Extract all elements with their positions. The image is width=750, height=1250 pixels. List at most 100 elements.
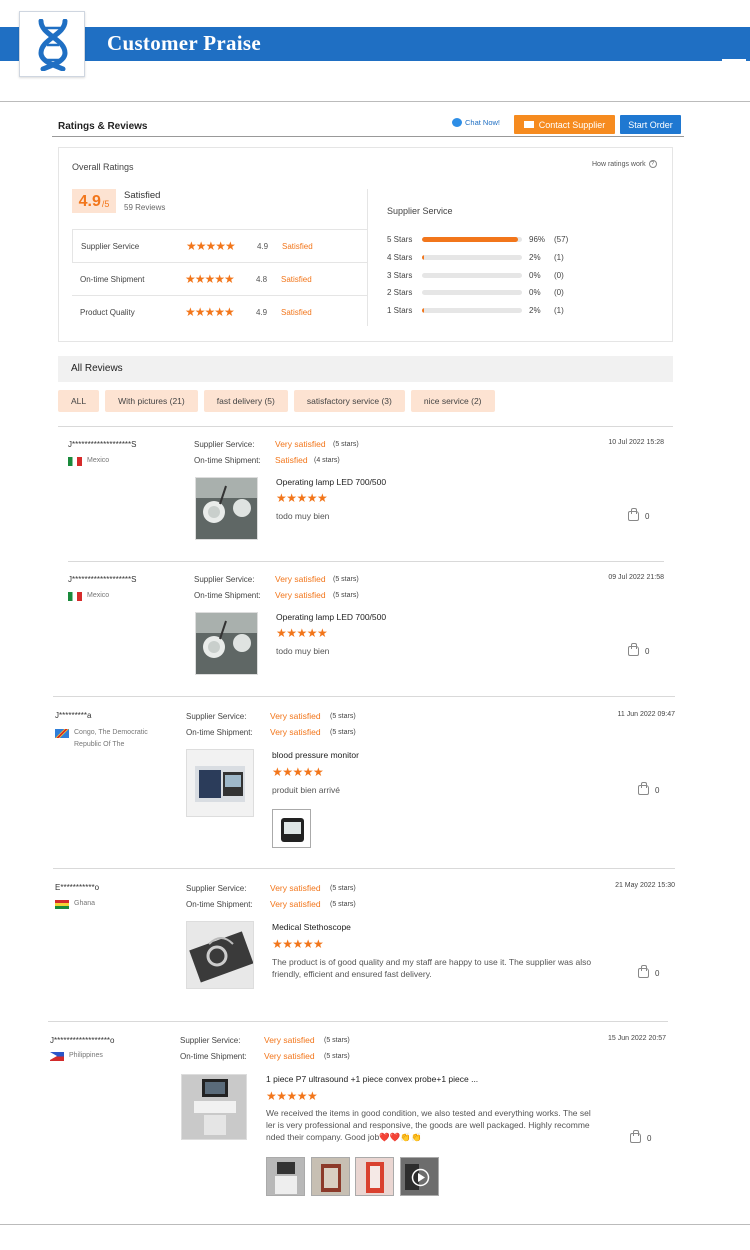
review-stars: ★★★★★ bbox=[266, 1089, 318, 1103]
like-button[interactable]: 0 bbox=[638, 782, 660, 795]
overall-ratings-title: Overall Ratings bbox=[72, 162, 134, 172]
category-rating-text: Satisfied bbox=[281, 307, 312, 317]
all-reviews-bar bbox=[58, 356, 673, 382]
like-count: 0 bbox=[655, 785, 660, 795]
like-count: 0 bbox=[645, 646, 650, 656]
review-text: produit bien arrivé bbox=[272, 785, 341, 795]
overall-score-label: Satisfied bbox=[124, 190, 161, 201]
reviewer-country: Congo, The Democratic Republic Of The bbox=[55, 727, 170, 751]
shipment-label: On-time Shipment: bbox=[180, 1052, 247, 1061]
distribution-label: 4 Stars bbox=[387, 252, 413, 262]
product-thumbnail[interactable] bbox=[186, 749, 254, 817]
category-row: Supplier Service ★★★★★ 4.9 Satisfied bbox=[72, 229, 367, 262]
review-video[interactable] bbox=[400, 1157, 439, 1196]
review-photo[interactable] bbox=[355, 1157, 394, 1196]
question-icon: ? bbox=[648, 160, 657, 168]
chat-bubble-icon bbox=[452, 118, 462, 127]
overall-score: 4.9/5 bbox=[72, 189, 116, 213]
thumbs-up-icon bbox=[628, 643, 639, 656]
product-name[interactable]: Operating lamp LED 700/500 bbox=[276, 612, 386, 622]
distribution-row: 2 Stars 0% (0) bbox=[387, 287, 587, 305]
supplier-service-value: Very satisfied bbox=[264, 1035, 315, 1045]
review-photo[interactable] bbox=[266, 1157, 305, 1196]
product-name[interactable]: 1 piece P7 ultrasound +1 piece convex pr… bbox=[266, 1074, 478, 1084]
like-button[interactable]: 0 bbox=[638, 965, 659, 978]
start-order-button[interactable]: Start Order bbox=[620, 115, 681, 134]
category-row: Product Quality ★★★★★ 4.9 Satisfied bbox=[72, 295, 367, 328]
review-photo[interactable] bbox=[311, 1157, 350, 1196]
envelope-icon bbox=[523, 121, 534, 128]
supplier-service-value: Very satisfied bbox=[275, 439, 326, 449]
review-date: 21 May 2022 15:30 bbox=[615, 882, 675, 889]
shipment-value: Very satisfied bbox=[275, 590, 326, 600]
divider bbox=[53, 696, 675, 697]
overall-score-value: 4.9 bbox=[78, 193, 101, 210]
distribution-bar bbox=[422, 290, 522, 296]
divider bbox=[58, 426, 673, 427]
filter-chip-all[interactable]: ALL bbox=[58, 390, 100, 412]
distribution-percent: 2% bbox=[529, 306, 541, 316]
product-thumbnail[interactable] bbox=[195, 612, 258, 675]
shipment-value: Very satisfied bbox=[270, 727, 321, 737]
distribution-count: (0) bbox=[554, 270, 564, 280]
supplier-service-value: Very satisfied bbox=[275, 574, 326, 584]
contact-supplier-button[interactable]: Contact Supplier bbox=[514, 115, 615, 134]
thumbs-up-icon bbox=[638, 965, 649, 978]
distribution-count: (1) bbox=[554, 306, 564, 316]
distribution-percent: 96% bbox=[529, 235, 546, 244]
distribution-fill bbox=[422, 254, 424, 260]
supplier-service-title: Supplier Service bbox=[387, 206, 453, 216]
shipment-value: Very satisfied bbox=[270, 899, 321, 909]
divider bbox=[0, 1224, 750, 1225]
shipment-stars: (5 stars) bbox=[330, 729, 356, 736]
supplier-service-label: Supplier Service: bbox=[194, 440, 255, 449]
divider bbox=[53, 868, 675, 869]
shipment-stars: (5 stars) bbox=[330, 901, 356, 908]
supplier-service-value: Very satisfied bbox=[270, 711, 321, 721]
philippines-flag-icon bbox=[50, 1052, 64, 1061]
how-ratings-work-label: How ratings work bbox=[592, 160, 646, 168]
how-ratings-work-link[interactable]: How ratings work ? bbox=[592, 160, 657, 168]
product-thumbnail[interactable] bbox=[186, 921, 254, 989]
filter-chip-fast-delivery[interactable]: fast delivery (5) bbox=[203, 390, 288, 412]
product-name[interactable]: Operating lamp LED 700/500 bbox=[276, 477, 386, 487]
chat-now-link[interactable]: Chat Now! bbox=[452, 118, 500, 127]
distribution-percent: 0% bbox=[529, 288, 541, 298]
category-score: 4.9 bbox=[257, 241, 269, 251]
distribution-percent: 2% bbox=[529, 252, 541, 262]
filter-chip-with-pictures[interactable]: With pictures (21) bbox=[105, 390, 198, 412]
review-text: The product is of good quality and my st… bbox=[272, 957, 592, 979]
filter-chip-satisfactory-service[interactable]: satisfactory service (3) bbox=[293, 390, 405, 412]
distribution-bar bbox=[422, 308, 522, 314]
review-photo[interactable] bbox=[272, 809, 311, 848]
country-name: Ghana bbox=[74, 900, 96, 907]
supplier-service-value: Very satisfied bbox=[270, 883, 321, 893]
like-count: 0 bbox=[647, 1133, 652, 1143]
category-ratings-table: Supplier Service ★★★★★ 4.9 Satisfied On-… bbox=[72, 229, 367, 328]
like-button[interactable]: 0 bbox=[628, 643, 650, 656]
reviewer-name: J*********a bbox=[55, 711, 92, 720]
product-name[interactable]: Medical Stethoscope bbox=[272, 922, 351, 932]
mexico-flag-icon bbox=[68, 592, 82, 601]
review-stars: ★★★★★ bbox=[272, 937, 324, 951]
product-thumbnail[interactable] bbox=[195, 477, 258, 540]
header-banner: Customer Praise bbox=[0, 27, 750, 80]
product-thumbnail[interactable] bbox=[181, 1074, 247, 1140]
like-button[interactable]: 0 bbox=[630, 1130, 652, 1143]
like-button[interactable]: 0 bbox=[628, 508, 649, 521]
overall-score-suffix: /5 bbox=[101, 199, 110, 209]
filter-chip-nice-service[interactable]: nice service (2) bbox=[410, 390, 495, 412]
product-name[interactable]: blood pressure monitor bbox=[272, 750, 359, 760]
country-name: Congo, The Democratic Republic Of The bbox=[74, 729, 148, 748]
hamburger-menu-icon[interactable] bbox=[722, 59, 746, 85]
thumbs-up-icon bbox=[630, 1130, 641, 1143]
country-name: Mexico bbox=[87, 592, 110, 599]
supplier-service-stars: (5 stars) bbox=[333, 441, 359, 448]
review-text: We received the items in good condition,… bbox=[266, 1108, 591, 1142]
review-text: todo muy bien bbox=[276, 511, 330, 521]
logo bbox=[19, 11, 85, 77]
supplier-service-label: Supplier Service: bbox=[194, 575, 255, 584]
distribution-label: 1 Stars bbox=[387, 306, 413, 316]
reviewer-name: J******************o bbox=[50, 1036, 115, 1045]
shipment-stars: (4 stars) bbox=[314, 457, 340, 464]
